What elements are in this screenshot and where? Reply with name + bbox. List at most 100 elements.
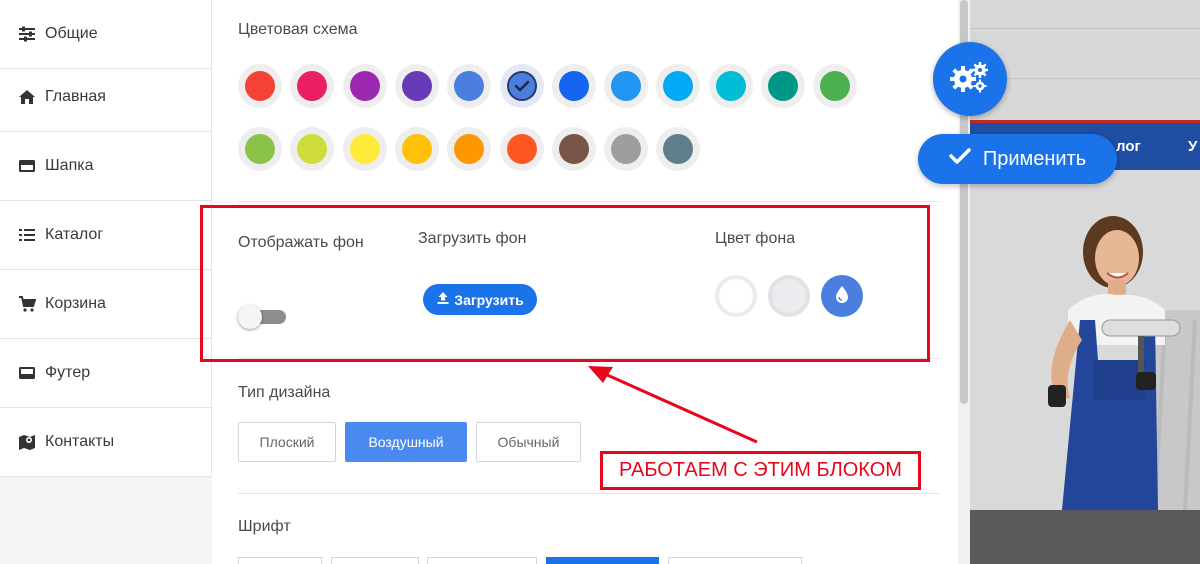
preview-divider [970, 28, 1200, 29]
color-swatch[interactable] [551, 127, 596, 171]
color-swatch[interactable] [290, 64, 335, 108]
font-option[interactable] [668, 557, 802, 564]
color-swatch[interactable] [342, 127, 387, 171]
preview-nav-item: лог [1116, 138, 1141, 155]
list-icon [17, 226, 37, 244]
apply-button[interactable]: Применить [918, 134, 1117, 184]
color-dot [611, 71, 642, 101]
sidebar-item-label: Корзина [45, 295, 106, 312]
settings-sidebar: Общие Главная Шапка Каталог Корзина Футе… [0, 0, 212, 564]
sidebar-item-label: Контакты [45, 433, 115, 450]
color-swatch[interactable] [447, 64, 492, 108]
sidebar-empty-area [0, 477, 212, 564]
sidebar-item-general[interactable]: Общие [0, 0, 212, 69]
upload-icon [436, 291, 450, 308]
color-swatch[interactable] [604, 127, 649, 171]
design-type-flat[interactable]: Плоский [238, 422, 336, 462]
color-dot [715, 71, 746, 101]
painter-illustration [970, 170, 1200, 511]
preview-hero-image [970, 170, 1200, 511]
color-dot [401, 71, 432, 101]
color-dot [454, 71, 485, 101]
sidebar-item-cart[interactable]: Корзина [0, 270, 212, 339]
show-background-label: Отображать фон [238, 234, 364, 251]
color-swatch[interactable] [499, 127, 544, 171]
font-option[interactable] [331, 557, 419, 564]
color-dot [245, 134, 275, 164]
font-title: Шрифт [238, 518, 291, 535]
upload-background-label: Загрузить фон [418, 230, 527, 247]
droplet-icon [835, 285, 849, 308]
font-option[interactable] [238, 557, 322, 564]
color-swatch[interactable] [447, 127, 492, 171]
color-dot [349, 71, 380, 101]
color-swatch[interactable] [708, 64, 753, 108]
preview-nav-item: У [1188, 138, 1198, 155]
sidebar-item-label: Шапка [45, 157, 94, 174]
upload-button[interactable]: Загрузить [423, 284, 537, 315]
color-swatch[interactable] [604, 64, 649, 108]
color-dot [663, 71, 694, 101]
footer-icon [17, 364, 37, 382]
toggle-knob [238, 305, 262, 329]
divider [238, 201, 940, 202]
color-swatch[interactable] [238, 127, 282, 171]
color-swatch[interactable] [813, 64, 858, 108]
check-icon [949, 147, 971, 171]
background-color-light-gray[interactable] [768, 275, 810, 317]
color-swatch-selected[interactable] [499, 64, 544, 108]
sidebar-item-footer[interactable]: Футер [0, 339, 212, 408]
sidebar-item-header[interactable]: Шапка [0, 132, 212, 201]
color-dot [820, 71, 851, 101]
color-dot [297, 71, 328, 101]
show-background-toggle[interactable] [238, 305, 288, 329]
color-swatch[interactable] [342, 64, 387, 108]
annotation-label: РАБОТАЕМ С ЭТИМ БЛОКОМ [600, 451, 921, 490]
background-color-white[interactable] [715, 275, 757, 317]
color-swatch[interactable] [551, 64, 596, 108]
font-option-selected[interactable] [546, 557, 659, 564]
color-scheme-title: Цветовая схема [238, 21, 358, 38]
gears-icon [949, 60, 991, 99]
color-swatch[interactable] [394, 127, 439, 171]
background-color-label: Цвет фона [715, 230, 796, 247]
preview-footer [970, 510, 1200, 564]
color-dot [245, 71, 275, 101]
home-icon [17, 88, 37, 106]
sidebar-item-label: Каталог [45, 226, 104, 243]
divider [238, 358, 940, 359]
cart-icon [17, 295, 37, 313]
color-swatch[interactable] [238, 64, 282, 108]
color-dot [768, 71, 798, 101]
color-swatch[interactable] [394, 64, 439, 108]
settings-fab[interactable] [933, 42, 1007, 116]
sliders-icon [17, 25, 37, 43]
font-option[interactable] [427, 557, 537, 564]
map-icon [17, 433, 37, 451]
sidebar-item-label: Футер [45, 364, 91, 381]
preview-header [970, 0, 1200, 120]
color-dot [454, 134, 485, 164]
header-icon [17, 157, 37, 175]
color-dot [401, 134, 432, 164]
design-type-title: Тип дизайна [238, 384, 331, 401]
color-swatch[interactable] [290, 127, 335, 171]
color-dot [558, 134, 589, 164]
sidebar-item-label: Главная [45, 88, 106, 105]
divider [238, 493, 940, 494]
color-dot [506, 134, 537, 164]
upload-button-label: Загрузить [454, 291, 524, 308]
design-type-airy[interactable]: Воздушный [345, 422, 467, 462]
color-dot [558, 71, 589, 101]
apply-button-label: Применить [982, 147, 1087, 170]
sidebar-item-label: Общие [45, 25, 98, 42]
design-type-normal[interactable]: Обычный [476, 422, 581, 462]
color-dot [297, 134, 328, 164]
sidebar-item-home[interactable]: Главная [0, 63, 212, 132]
color-swatch[interactable] [761, 64, 805, 108]
background-color-custom[interactable] [821, 275, 863, 317]
color-dot [663, 134, 694, 164]
color-dot [349, 134, 380, 164]
sidebar-item-contacts[interactable]: Контакты [0, 408, 212, 477]
sidebar-item-catalog[interactable]: Каталог [0, 201, 212, 270]
